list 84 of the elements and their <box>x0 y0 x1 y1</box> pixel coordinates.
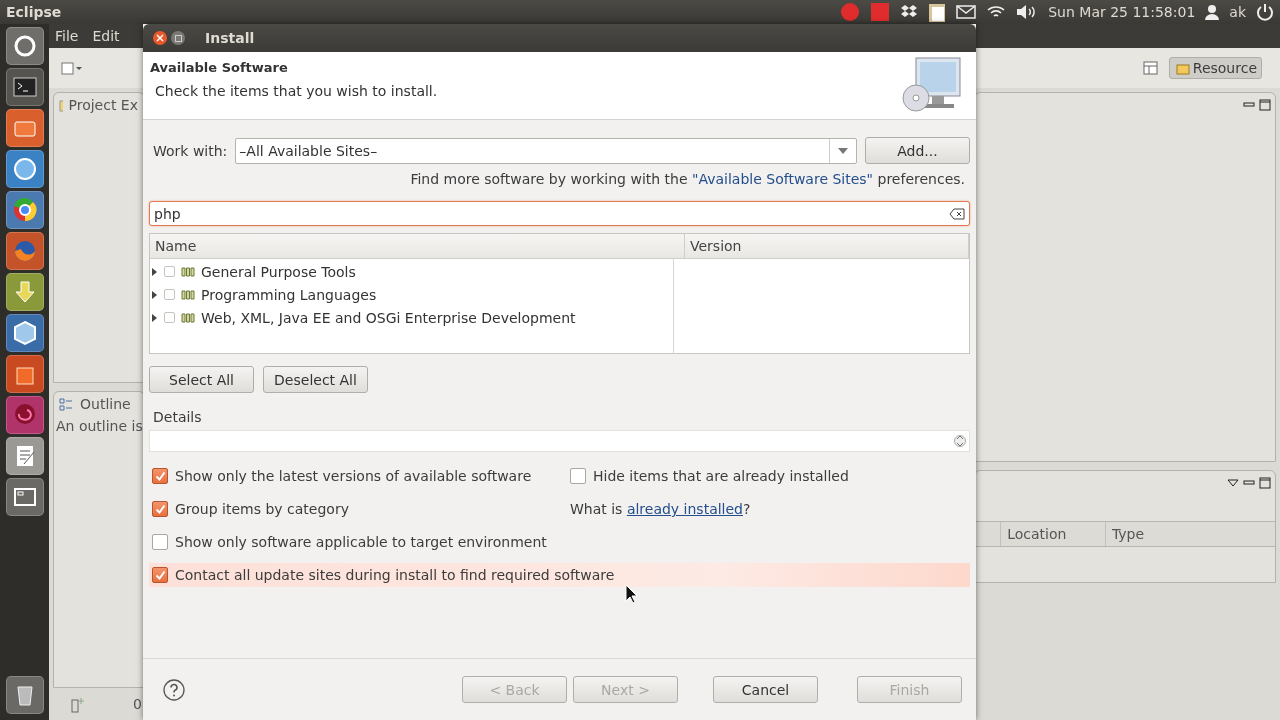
clock[interactable]: Sun Mar 25 11:58:01 <box>1048 4 1196 20</box>
cube-icon[interactable] <box>5 314 44 352</box>
option-label[interactable]: Show only software applicable to target environment <box>175 534 547 550</box>
column-header[interactable]: Version <box>685 234 969 258</box>
panel-tab[interactable]: Project Ex <box>66 95 140 115</box>
dropdown-arrow-icon[interactable] <box>838 147 848 154</box>
add-button[interactable]: Add... <box>865 137 970 164</box>
user-icon <box>1205 4 1220 20</box>
spinner-icon <box>954 432 966 450</box>
status-text: 0 <box>132 695 143 714</box>
power-icon <box>1256 3 1274 21</box>
option-label[interactable]: Show only the latest versions of available software <box>175 468 532 484</box>
checkbox[interactable] <box>164 289 175 300</box>
available-sites-link[interactable]: "Available Software Sites" <box>692 171 874 187</box>
new-file-icon <box>61 60 83 76</box>
details-label: Details <box>152 409 203 425</box>
checkbox[interactable] <box>164 312 175 323</box>
wheel-logo-icon[interactable] <box>5 191 44 229</box>
package-icon[interactable] <box>5 355 44 393</box>
mail-icon <box>956 5 977 19</box>
installed-info: What is already installed? <box>570 501 751 517</box>
close-icon <box>156 34 164 42</box>
checkbox[interactable] <box>152 534 168 550</box>
clear-icon <box>949 207 965 220</box>
category-icon <box>181 266 195 277</box>
trash-icon[interactable] <box>5 676 44 714</box>
app-name: Eclipse <box>6 4 63 20</box>
option-label[interactable]: Group items by category <box>175 501 349 517</box>
filter-field[interactable]: php <box>149 201 970 226</box>
tree-item[interactable]: Programming Languages <box>201 286 377 303</box>
sites-hint: Find more software by working with the "Available Software Sites" preferences. <box>410 171 965 187</box>
stop-icon <box>870 2 891 22</box>
work-with-label: Work with: <box>152 142 228 159</box>
resource-perspective-button[interactable]: Resource <box>1168 57 1262 79</box>
column-header[interactable]: Type <box>1104 522 1275 547</box>
checkbox[interactable] <box>570 468 586 484</box>
wifi-icon <box>986 4 1007 20</box>
outline-message: An outline is <box>55 417 144 437</box>
record-icon <box>840 2 861 22</box>
mouse-pointer-icon <box>625 584 639 604</box>
column-header[interactable]: Name <box>150 234 685 258</box>
tree-item[interactable]: General Purpose Tools <box>201 263 356 280</box>
select-all-button[interactable]: Select All <box>149 366 254 393</box>
maximize-icon <box>1259 477 1271 490</box>
circle-logo-icon[interactable] <box>5 27 44 65</box>
maximize-icon <box>174 34 182 42</box>
status-icon <box>69 695 87 713</box>
text-editor-icon[interactable] <box>5 437 44 475</box>
checkbox[interactable] <box>152 567 168 583</box>
fox-globe-icon[interactable] <box>5 232 44 270</box>
checkbox[interactable] <box>152 468 168 484</box>
heading: Available Software <box>150 60 289 75</box>
maximize-button[interactable] <box>171 31 185 45</box>
menu-item[interactable]: File <box>55 28 79 44</box>
option-label[interactable]: Hide items that are already installed <box>593 468 849 484</box>
category-icon <box>181 312 195 323</box>
deselect-all-button[interactable]: Deselect All <box>263 366 368 393</box>
already-installed-link[interactable]: already installed <box>626 501 743 517</box>
maximize-icon <box>1259 99 1271 111</box>
dialog-title: Install <box>205 30 255 46</box>
user-name[interactable]: ak <box>1229 4 1246 20</box>
window-icon[interactable] <box>5 478 44 516</box>
checkbox[interactable] <box>164 266 175 277</box>
column-header[interactable]: Location <box>1000 522 1105 547</box>
site-dropdown[interactable]: –All Available Sites– <box>235 137 857 164</box>
minimize-icon <box>1243 100 1255 110</box>
outline-icon <box>58 396 74 413</box>
menu-item[interactable]: Edit <box>92 28 120 44</box>
tree-item[interactable]: Web, XML, Java EE and OSGi Enterprise Development <box>201 309 576 326</box>
close-button[interactable] <box>153 31 167 45</box>
wizard-button[interactable]: Cancel <box>713 676 818 703</box>
terminal-icon[interactable] <box>5 68 44 106</box>
perspective-icon <box>1142 60 1159 76</box>
help-icon <box>163 678 185 701</box>
clipboard-icon <box>928 1 947 23</box>
category-icon <box>181 289 195 300</box>
checkbox[interactable] <box>152 501 168 517</box>
option-label[interactable]: Contact all update sites during install to find required software <box>175 567 615 583</box>
filter-input[interactable]: php <box>154 205 949 222</box>
globe-icon[interactable] <box>5 150 44 188</box>
panel-tab[interactable]: Outline <box>78 394 133 415</box>
view-menu-icon <box>1227 478 1239 489</box>
download-icon[interactable] <box>5 273 44 311</box>
description: Check the items that you wish to install. <box>154 83 439 99</box>
